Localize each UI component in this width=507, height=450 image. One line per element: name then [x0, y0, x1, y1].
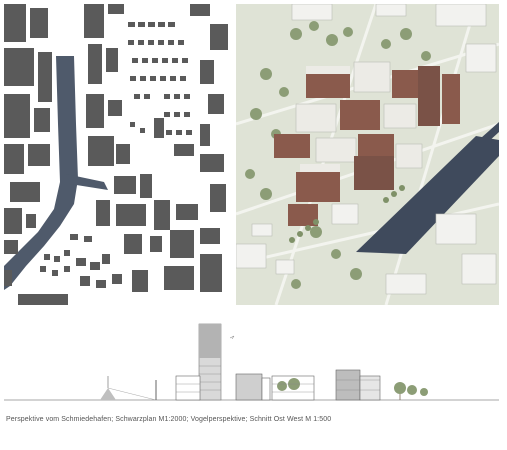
figure-caption: Perspektive vom Schmiedehafen; Schwarzpl…	[6, 416, 332, 423]
schwarzplan-figure-ground	[4, 4, 229, 305]
schnitt-ost-west-section	[4, 318, 499, 408]
vogelperspektive-aerial-render	[236, 4, 499, 305]
